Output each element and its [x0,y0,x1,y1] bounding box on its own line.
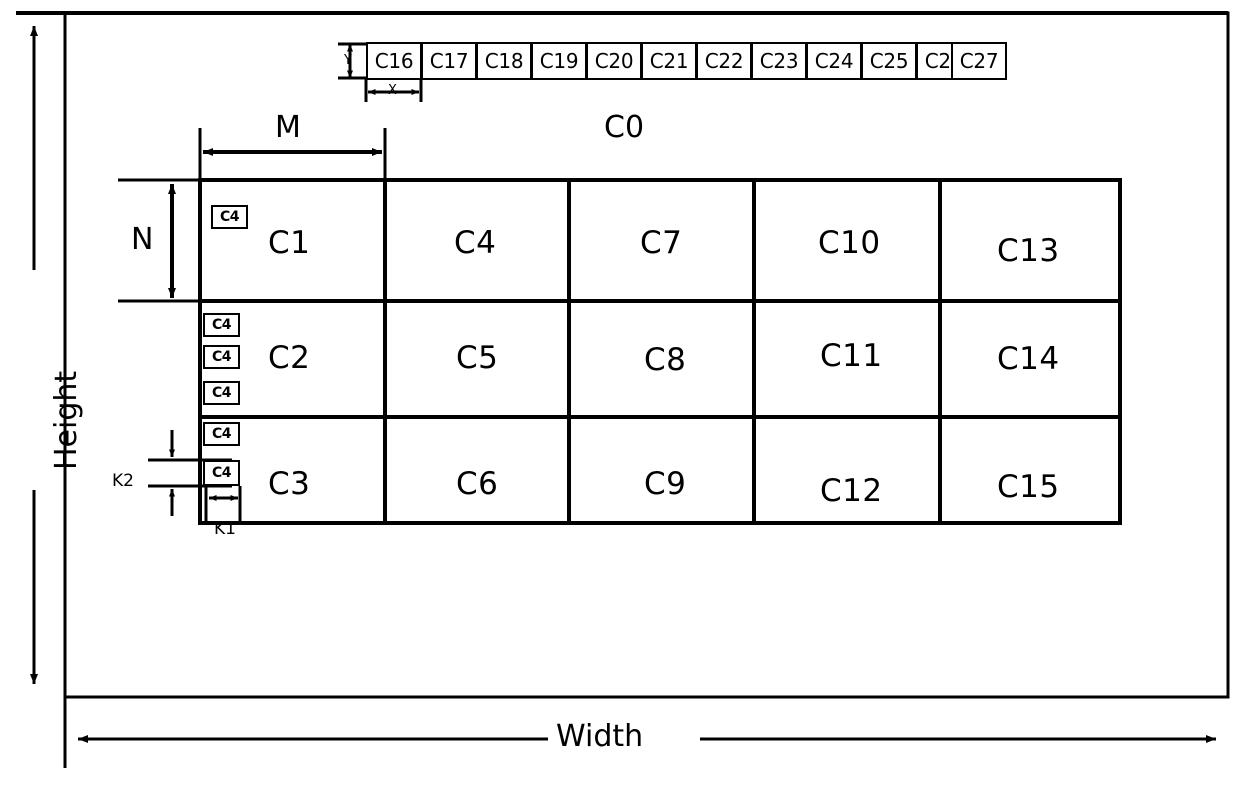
strip-cell-c20[interactable]: C20 [586,42,642,80]
width-dimension-label: Width [556,719,644,754]
grid-cell-c7[interactable]: C7 [640,228,682,259]
grid-cell-c5[interactable]: C5 [456,343,498,374]
strip-y-dimension [338,42,368,80]
grid-cell-c12[interactable]: C12 [820,476,883,507]
m-dimension-label: M [275,110,301,145]
strip-cell-c17[interactable]: C17 [421,42,477,80]
grid-cell-c9[interactable]: C9 [644,469,686,500]
strip-cell-c23[interactable]: C23 [751,42,807,80]
strip-cell-c21[interactable]: C21 [641,42,697,80]
grid-cell-c6[interactable]: C6 [456,469,498,500]
strip-x-dimension-label: X [388,83,397,98]
grid-cell-c13[interactable]: C13 [997,236,1060,267]
strip-cell-c16[interactable]: C16 [366,42,422,80]
grid-cell-c11[interactable]: C11 [820,341,883,372]
grid-cell-c2[interactable]: C2 [268,343,310,374]
diagram-canvas: Height Width C0 M N K2 K1 X Y C1 C4 C7 C… [0,0,1239,786]
grid-cell-c15[interactable]: C15 [997,472,1060,503]
strip-cell-c22[interactable]: C22 [696,42,752,80]
strip-y-dimension-label: Y [344,53,352,68]
grid-cell-c8[interactable]: C8 [644,345,686,376]
chip-c4-4[interactable]: C4 [203,381,240,405]
grid-cell-c14[interactable]: C14 [997,344,1060,375]
strip-cell-c27[interactable]: C27 [951,42,1007,80]
strip-cell-c19[interactable]: C19 [531,42,587,80]
strip-cell-c24[interactable]: C24 [806,42,862,80]
k1-dimension-label: K1 [214,519,236,539]
strip-cell-c18[interactable]: C18 [476,42,532,80]
diagram-title-label: C0 [604,110,645,145]
strip-cell-c25[interactable]: C25 [861,42,917,80]
chip-c4-2[interactable]: C4 [203,313,240,337]
k1-dimension [204,486,242,522]
grid-cell-c1[interactable]: C1 [268,228,310,259]
chip-c4-3[interactable]: C4 [203,345,240,369]
k2-dimension-label: K2 [112,471,134,491]
grid-cell-c10[interactable]: C10 [818,228,881,259]
height-dimension-label: Height [49,370,84,470]
grid-cell-c4[interactable]: C4 [454,228,496,259]
chip-c4-6[interactable]: C4 [203,460,240,486]
grid-cell-c3[interactable]: C3 [268,469,310,500]
chip-c4-1[interactable]: C4 [211,205,248,229]
chip-c4-5[interactable]: C4 [203,422,240,446]
n-dimension-label: N [131,222,154,257]
